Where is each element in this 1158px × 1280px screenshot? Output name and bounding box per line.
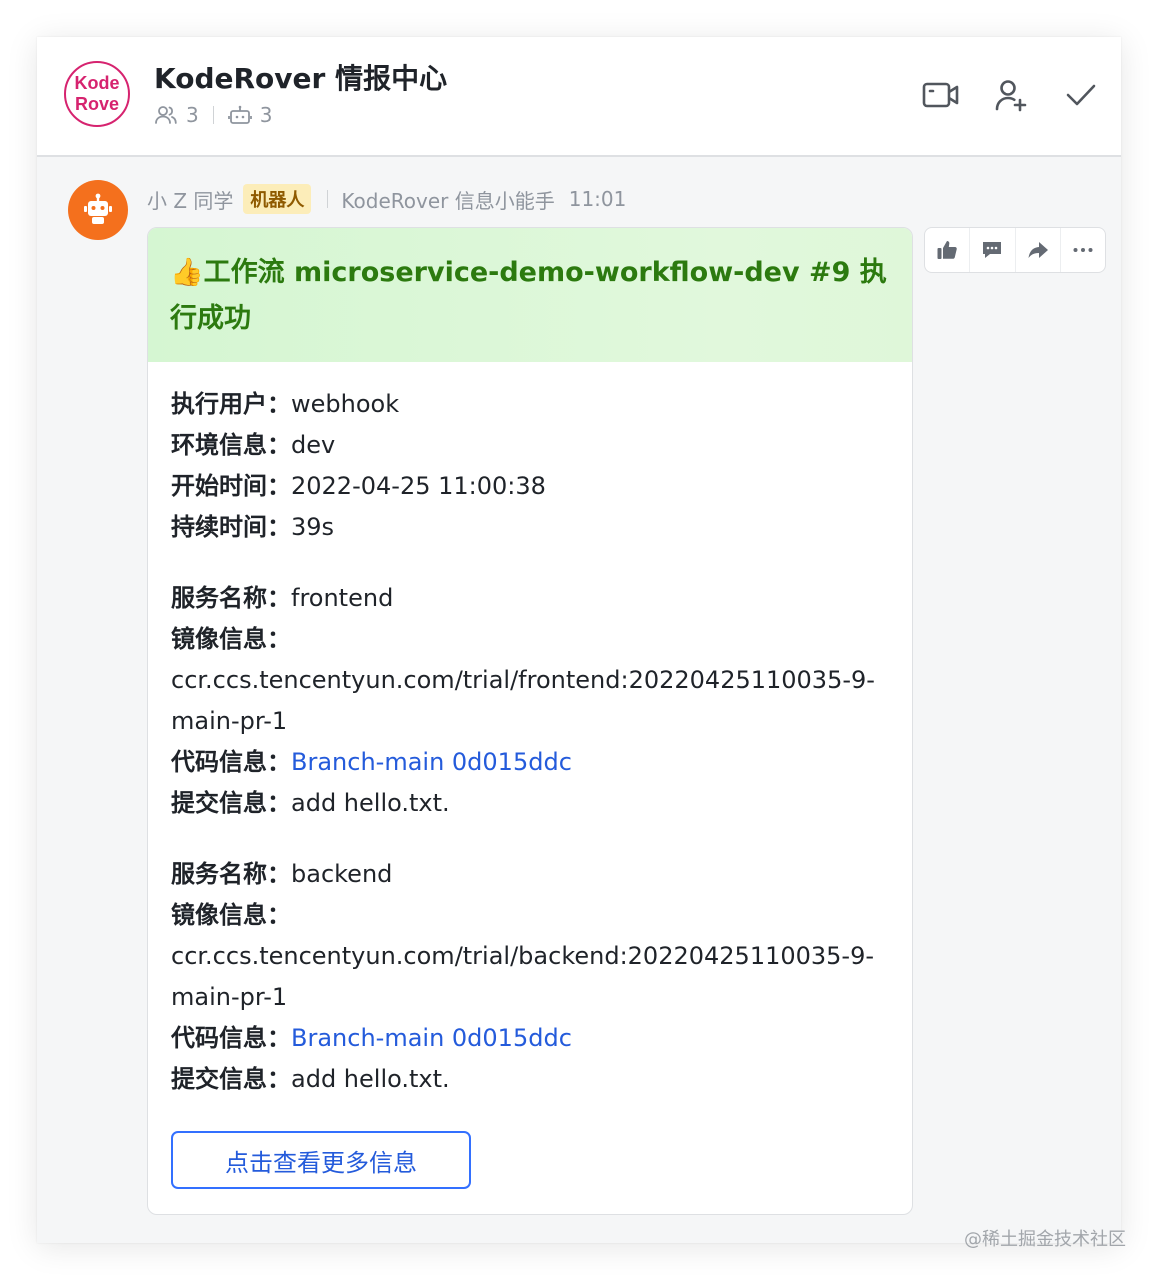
field-value: 39s xyxy=(291,513,335,541)
chat-window: Kode Rove KodeRover 情报中心 3 3 小 Z 同学 机器人 … xyxy=(37,37,1121,1243)
summary-row-env: 环境信息：dev xyxy=(171,425,889,466)
summary-row-duration: 持续时间：39s xyxy=(171,507,889,548)
message-card: 👍工作流 microservice-demo-workflow-dev #9 执… xyxy=(147,227,913,1215)
message-time: 11:01 xyxy=(568,187,627,211)
watermark: @稀土掘金技术社区 xyxy=(964,1229,1126,1250)
field-label: 持续时间： xyxy=(171,513,291,541)
view-more-button[interactable]: 点击查看更多信息 xyxy=(171,1131,471,1189)
video-call-icon xyxy=(922,82,959,108)
message-meta: 小 Z 同学 机器人 KodeRover 信息小能手 11:01 xyxy=(147,184,626,214)
field-label: 环境信息： xyxy=(171,431,291,459)
sender-name[interactable]: 小 Z 同学 xyxy=(147,185,233,214)
bot-name[interactable]: KodeRover 信息小能手 xyxy=(341,185,554,214)
bot-count-value: 3 xyxy=(259,103,273,127)
chat-header: Kode Rove KodeRover 情报中心 3 3 xyxy=(37,37,1121,157)
message-toolbar xyxy=(924,227,1106,273)
add-member-icon xyxy=(995,80,1027,112)
service-image-label-row: 镜像信息： xyxy=(171,619,889,660)
more-icon xyxy=(1073,248,1093,252)
field-label: 服务名称： xyxy=(171,860,291,888)
field-value: 2022-04-25 11:00:38 xyxy=(291,472,546,500)
field-label: 执行用户： xyxy=(171,390,291,418)
forward-icon xyxy=(1028,242,1048,258)
field-label: 服务名称： xyxy=(171,584,291,612)
field-label: 镜像信息： xyxy=(171,625,291,653)
members-icon xyxy=(155,106,177,124)
field-value: frontend xyxy=(291,584,394,612)
field-value: add hello.txt. xyxy=(291,789,450,817)
card-title: 👍工作流 microservice-demo-workflow-dev #9 执… xyxy=(170,257,887,334)
bot-avatar[interactable] xyxy=(68,180,128,240)
more-button[interactable] xyxy=(1061,228,1105,272)
group-avatar[interactable]: Kode Rove xyxy=(64,61,130,127)
reply-button[interactable] xyxy=(970,228,1016,272)
service-image-value: ccr.ccs.tencentyun.com/trial/backend:202… xyxy=(171,942,875,1011)
group-meta: 3 3 xyxy=(154,103,272,127)
field-value: dev xyxy=(291,431,336,459)
like-button[interactable] xyxy=(925,228,971,272)
service-code-row: 代码信息：Branch-main 0d015ddc xyxy=(171,1018,889,1059)
reply-comment-icon xyxy=(983,242,1002,258)
thumbs-up-icon xyxy=(937,241,957,259)
summary-row-start: 开始时间：2022-04-25 11:00:38 xyxy=(171,466,889,507)
service-code-row: 代码信息：Branch-main 0d015ddc xyxy=(171,742,889,783)
meta-separator xyxy=(212,106,214,124)
field-label: 镜像信息： xyxy=(171,901,291,929)
service-image-label-row: 镜像信息： xyxy=(171,895,889,936)
robot-icon xyxy=(84,193,112,224)
checkmark-icon xyxy=(1066,84,1096,106)
bot-icon xyxy=(227,105,252,124)
done-button[interactable] xyxy=(1061,75,1101,115)
member-count-value: 3 xyxy=(186,103,199,127)
bot-count[interactable]: 3 xyxy=(227,103,273,127)
card-header: 👍工作流 microservice-demo-workflow-dev #9 执… xyxy=(148,228,912,362)
summary-row-user: 执行用户：webhook xyxy=(171,384,889,425)
field-value: backend xyxy=(291,860,393,888)
group-avatar-line2: Rove xyxy=(74,94,119,114)
field-label: 提交信息： xyxy=(171,1065,291,1093)
service-image-value: ccr.ccs.tencentyun.com/trial/frontend:20… xyxy=(171,666,875,735)
field-value: webhook xyxy=(291,390,400,418)
field-label: 代码信息： xyxy=(171,748,291,776)
meta-divider xyxy=(327,190,329,208)
field-label: 代码信息： xyxy=(171,1024,291,1052)
header-actions xyxy=(891,75,1101,115)
group-title[interactable]: KodeRover 情报中心 xyxy=(154,57,447,97)
bot-badge: 机器人 xyxy=(243,184,312,214)
field-value: add hello.txt. xyxy=(291,1065,450,1093)
group-avatar-line1: Kode xyxy=(74,73,120,93)
service-name-row: 服务名称：backend xyxy=(171,854,889,895)
member-count[interactable]: 3 xyxy=(154,103,199,127)
card-body: 执行用户：webhook 环境信息：dev 开始时间：2022-04-25 11… xyxy=(148,362,912,1100)
forward-button[interactable] xyxy=(1016,228,1061,272)
code-link[interactable]: Branch-main 0d015ddc xyxy=(291,748,572,776)
code-link[interactable]: Branch-main 0d015ddc xyxy=(291,1024,572,1052)
service-commit-row: 提交信息：add hello.txt. xyxy=(171,783,889,824)
video-call-button[interactable] xyxy=(921,75,961,115)
field-label: 开始时间： xyxy=(171,472,291,500)
field-label: 提交信息： xyxy=(171,789,291,817)
add-member-button[interactable] xyxy=(991,75,1031,115)
service-commit-row: 提交信息：add hello.txt. xyxy=(171,1059,889,1100)
service-name-row: 服务名称：frontend xyxy=(171,578,889,619)
